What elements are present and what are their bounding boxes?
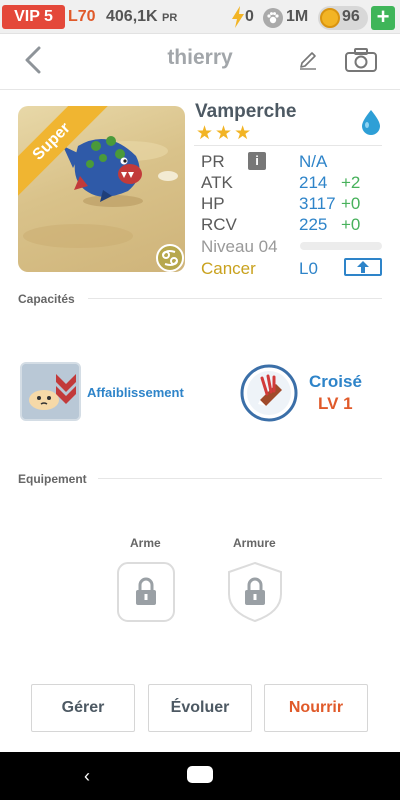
up-arrow-icon [357, 261, 369, 273]
monster-stars: ★★★ [196, 123, 254, 144]
stat-value-rcv: 225 [299, 215, 328, 234]
stat-label-rcv: RCV [201, 215, 237, 234]
level-progress-bar [300, 242, 382, 250]
vip-badge[interactable]: VIP 5 [2, 5, 65, 29]
abilities-section-title: Capacités [18, 292, 75, 306]
stat-value-pr: N/A [299, 152, 328, 171]
weapon-label: Arme [130, 536, 161, 550]
header-divider [0, 89, 400, 90]
monster-name: Vamperche [195, 101, 297, 122]
energy-bolt-icon [232, 6, 244, 28]
player-power: 406,1K PR [106, 8, 177, 26]
food-count: 1M [286, 8, 309, 25]
stat-label-atk: ATK [201, 173, 233, 192]
energy-count: 0 [245, 8, 254, 25]
add-coins-button[interactable]: + [371, 6, 395, 30]
coin-count: 96 [342, 8, 360, 25]
info-icon[interactable]: i [248, 152, 266, 170]
player-power-unit: PR [162, 12, 178, 24]
player-power-value: 406,1K [106, 8, 158, 25]
cancer-sign-icon [156, 244, 184, 272]
leader-skill-level: LV 1 [318, 394, 353, 413]
back-arrow-icon[interactable] [22, 46, 46, 74]
stat-bonus-atk: +2 [341, 173, 361, 192]
armor-slot[interactable] [226, 562, 284, 622]
coin-icon [320, 8, 340, 28]
equipment-section-title: Equipement [18, 472, 87, 486]
stat-value-hp: 3117 [299, 194, 336, 213]
skill-weaken-icon[interactable] [20, 362, 81, 421]
sign-level: L0 [299, 259, 318, 278]
water-element-icon [362, 110, 380, 135]
nav-back-icon[interactable]: ‹ [84, 766, 90, 787]
nav-home-icon[interactable] [187, 766, 213, 783]
stat-label-hp: HP [201, 194, 225, 213]
leader-skill-name[interactable]: Croisé [309, 372, 362, 392]
sign-upgrade-button[interactable] [344, 258, 382, 276]
equipment-divider [98, 478, 382, 479]
manage-button[interactable]: Gérer [31, 684, 135, 732]
stat-bonus-hp: +0 [341, 194, 361, 213]
monster-portrait[interactable]: Super [18, 106, 185, 272]
sign-label: Cancer [201, 259, 256, 278]
stat-value-atk: 214 [299, 173, 328, 192]
stats-divider [194, 145, 382, 146]
paw-icon [263, 8, 283, 28]
player-level: L70 [68, 8, 96, 25]
camera-icon[interactable] [344, 47, 378, 73]
evolve-button[interactable]: Évoluer [148, 684, 252, 732]
page-title: thierry [167, 46, 233, 69]
skill-name[interactable]: Affaiblissement [87, 385, 184, 400]
weapon-slot[interactable] [117, 562, 175, 622]
pencil-icon[interactable] [298, 50, 318, 70]
feed-button[interactable]: Nourrir [264, 684, 368, 732]
abilities-divider [88, 298, 382, 299]
armor-label: Armure [233, 536, 276, 550]
leader-skill-crusade-icon[interactable] [240, 364, 298, 422]
stat-bonus-rcv: +0 [341, 215, 361, 234]
stat-label-pr: PR [201, 152, 225, 171]
monster-level-label: Niveau 04 [201, 237, 278, 256]
